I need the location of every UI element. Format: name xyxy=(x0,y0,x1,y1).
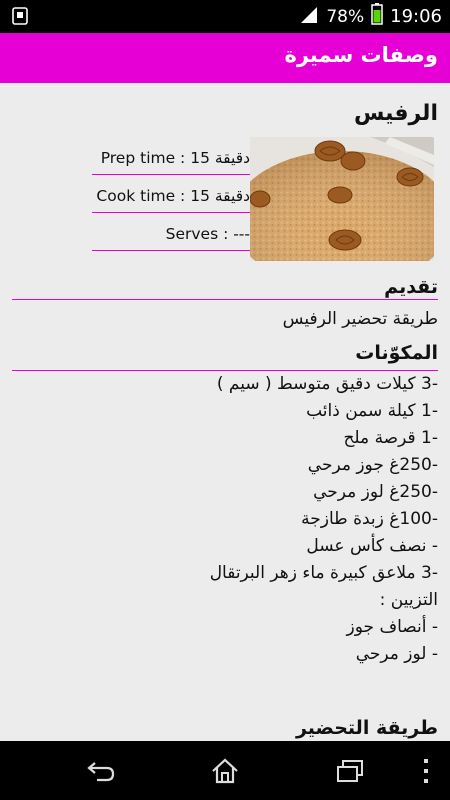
recipe-photo xyxy=(250,137,434,261)
recent-apps-button[interactable] xyxy=(332,753,368,789)
home-button[interactable] xyxy=(207,753,243,789)
back-icon xyxy=(87,762,115,782)
recipe-content[interactable]: الرفيس Prep time : 15 دقيقة Cook time : … xyxy=(0,83,450,741)
intro-heading: تقديم xyxy=(384,276,438,298)
ingredient-item: -1 قرصة ملح xyxy=(343,428,438,448)
recipe-title: الرفيس xyxy=(354,101,438,126)
serves-text: Serves : --- xyxy=(165,225,250,243)
prep-time-text: Prep time : 15 دقيقة xyxy=(100,149,250,167)
cook-time-row: Cook time : 15 دقيقة xyxy=(92,175,250,213)
back-button[interactable] xyxy=(83,753,119,789)
ingredient-item: -250غ جوز مرحي xyxy=(307,455,438,475)
ingredient-item: - نصف كأس عسل xyxy=(306,536,438,556)
navigation-bar xyxy=(0,741,450,800)
intro-text: طريقة تحضير الرفيس xyxy=(282,309,438,329)
prep-time-row: Prep time : 15 دقيقة xyxy=(92,137,250,175)
overflow-menu-button[interactable] xyxy=(414,753,438,789)
ingredient-item: -250غ لوز مرحي xyxy=(313,482,438,502)
clock: 19:06 xyxy=(390,6,442,27)
cook-time-text: Cook time : 15 دقيقة xyxy=(96,187,250,205)
ingredients-heading: المكوّنات xyxy=(355,342,438,364)
home-icon xyxy=(212,758,238,784)
app-bar: وصفات سميرة xyxy=(0,33,450,83)
status-bar: 78% 19:06 xyxy=(0,0,450,33)
serves-row: Serves : --- xyxy=(92,213,250,251)
signal-icon xyxy=(299,5,319,28)
intro-divider xyxy=(12,299,438,300)
overflow-menu-icon xyxy=(424,759,428,783)
ingredient-item: التزيين : xyxy=(379,590,438,610)
preparation-heading: طريقة التحضير xyxy=(295,717,438,739)
notification-icon xyxy=(10,6,30,30)
ingredient-item: -3 ملاعق كبيرة ماء زهر البرتقال xyxy=(209,563,438,583)
app-title: وصفات سميرة xyxy=(284,43,438,67)
battery-icon xyxy=(371,3,383,30)
ingredients-list: -3 كيلات دقيق متوسط ( سيم ) -1 كيلة سمن ذ… xyxy=(8,371,438,668)
recent-apps-icon xyxy=(337,760,363,782)
ingredient-item: -1 كيلة سمن ذائب xyxy=(306,401,438,421)
ingredient-item: - لوز مرحي xyxy=(355,644,438,664)
battery-percent: 78% xyxy=(326,6,365,27)
ingredient-item: -3 كيلات دقيق متوسط ( سيم ) xyxy=(216,374,438,394)
ingredient-item: - أنصاف جوز xyxy=(346,617,438,637)
ingredient-item: -100غ زبدة طازجة xyxy=(301,509,438,529)
